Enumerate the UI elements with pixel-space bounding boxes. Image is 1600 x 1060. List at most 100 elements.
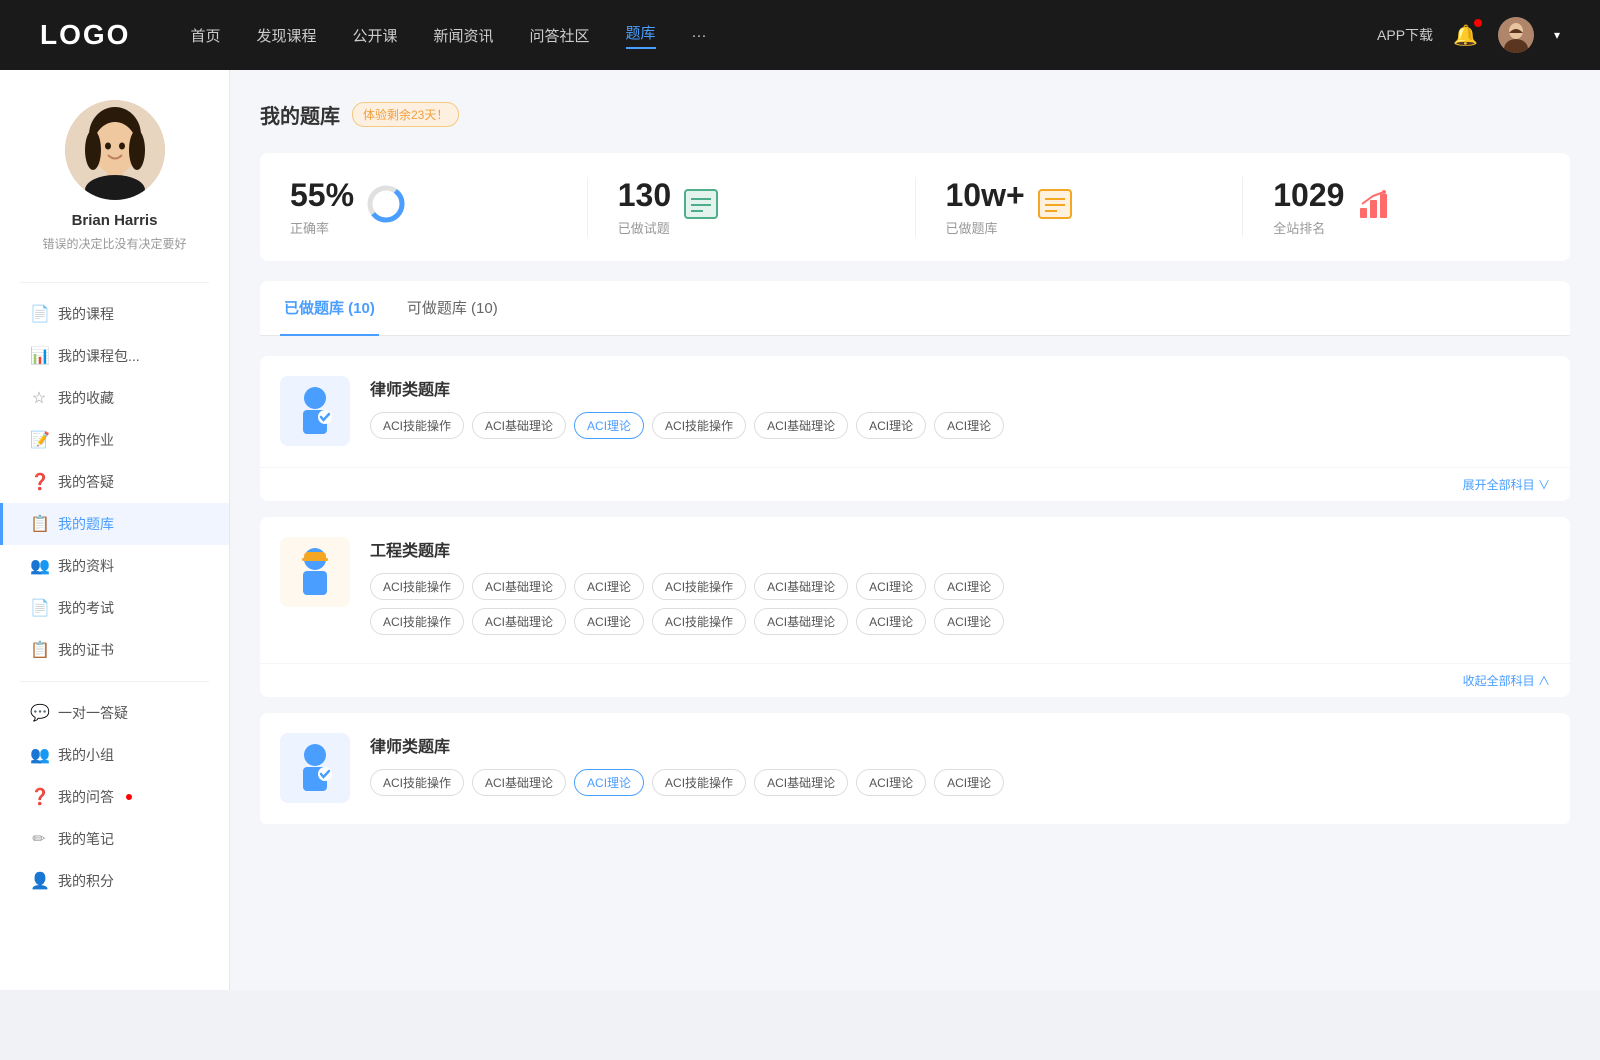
navbar: LOGO 首页 发现课程 公开课 新闻资讯 问答社区 题库 ··· APP下载 … <box>0 0 1600 70</box>
nav-courses[interactable]: 发现课程 <box>256 25 316 46</box>
tag-e-r2-2[interactable]: ACI理论 <box>574 608 644 635</box>
sidebar-item-material[interactable]: 👥 我的资料 <box>0 545 229 587</box>
tag-l1-3[interactable]: ACI技能操作 <box>652 412 746 439</box>
stat-accuracy: 55% 正确率 <box>260 177 588 237</box>
sidebar-divider-2 <box>20 681 209 682</box>
tag-e-r2-4[interactable]: ACI基础理论 <box>754 608 848 635</box>
question-dot <box>126 794 132 800</box>
sidebar-item-questions[interactable]: 📋 我的题库 <box>0 503 229 545</box>
tag-e-r2-6[interactable]: ACI理论 <box>934 608 1004 635</box>
tag-l1-2[interactable]: ACI理论 <box>574 412 644 439</box>
questions-icon: 📋 <box>30 514 48 534</box>
tag-e-r2-5[interactable]: ACI理论 <box>856 608 926 635</box>
nav-open-course[interactable]: 公开课 <box>352 25 397 46</box>
tag-row-engineer-2: ACI技能操作 ACI基础理论 ACI理论 ACI技能操作 ACI基础理论 AC… <box>370 608 1550 635</box>
nav-more[interactable]: ··· <box>692 27 707 44</box>
tag-l2-2[interactable]: ACI理论 <box>574 769 644 796</box>
tag-l1-4[interactable]: ACI基础理论 <box>754 412 848 439</box>
user-avatar <box>65 100 165 200</box>
coursepack-icon: 📊 <box>30 346 48 366</box>
bank-icon-lawyer-2 <box>280 733 350 803</box>
sidebar-item-mycourse[interactable]: 📄 我的课程 <box>0 293 229 335</box>
sidebar-item-favorites[interactable]: ☆ 我的收藏 <box>0 377 229 419</box>
tag-e-r1-4[interactable]: ACI基础理论 <box>754 573 848 600</box>
bank-row-lawyer-2: 律师类题库 ACI技能操作 ACI基础理论 ACI理论 ACI技能操作 ACI基… <box>260 713 1570 825</box>
tag-e-r2-1[interactable]: ACI基础理论 <box>472 608 566 635</box>
nav-qa[interactable]: 问答社区 <box>530 25 590 46</box>
tag-row-lawyer-2: ACI技能操作 ACI基础理论 ACI理论 ACI技能操作 ACI基础理论 AC… <box>370 769 1550 796</box>
tag-l2-3[interactable]: ACI技能操作 <box>652 769 746 796</box>
sidebar-item-oneone[interactable]: 💬 一对一答疑 <box>0 692 229 734</box>
tag-row-engineer-1: ACI技能操作 ACI基础理论 ACI理论 ACI技能操作 ACI基础理论 AC… <box>370 573 1550 600</box>
tag-l2-6[interactable]: ACI理论 <box>934 769 1004 796</box>
tag-l2-4[interactable]: ACI基础理论 <box>754 769 848 796</box>
tag-l2-0[interactable]: ACI技能操作 <box>370 769 464 796</box>
course-icon: 📄 <box>30 304 48 324</box>
bank-lawyer-2: 律师类题库 ACI技能操作 ACI基础理论 ACI理论 ACI技能操作 ACI基… <box>260 713 1570 825</box>
nav-home[interactable]: 首页 <box>190 25 220 46</box>
bank-name-engineer: 工程类题库 <box>370 537 1550 561</box>
page-title: 我的题库 <box>260 100 340 129</box>
tabs: 已做题库 (10) 可做题库 (10) <box>260 281 1570 336</box>
tag-l1-5[interactable]: ACI理论 <box>856 412 926 439</box>
profile-name: Brian Harris <box>72 212 158 229</box>
sidebar-item-points[interactable]: 👤 我的积分 <box>0 860 229 902</box>
stat-accuracy-label: 正确率 <box>290 218 354 237</box>
notification-badge <box>1474 19 1482 27</box>
tag-e-r2-0[interactable]: ACI技能操作 <box>370 608 464 635</box>
stat-rank: 1029 全站排名 <box>1243 177 1570 237</box>
stat-bank-done-value: 10w+ <box>946 177 1025 214</box>
collapse-engineer[interactable]: 收起全部科目 ∧ <box>260 664 1570 697</box>
bank-info-lawyer-2: 律师类题库 ACI技能操作 ACI基础理论 ACI理论 ACI技能操作 ACI基… <box>370 733 1550 804</box>
main-layout: Brian Harris 错误的决定比没有决定要好 📄 我的课程 📊 我的课程包… <box>0 70 1600 990</box>
stat-bank-icon <box>1037 186 1073 229</box>
tag-l2-5[interactable]: ACI理论 <box>856 769 926 796</box>
nav-news[interactable]: 新闻资讯 <box>434 25 494 46</box>
tag-e-r1-6[interactable]: ACI理论 <box>934 573 1004 600</box>
stat-bank-done: 10w+ 已做题库 <box>916 177 1244 237</box>
sidebar-divider-1 <box>20 282 209 283</box>
bank-info-lawyer-1: 律师类题库 ACI技能操作 ACI基础理论 ACI理论 ACI技能操作 ACI基… <box>370 376 1550 447</box>
tag-e-r1-1[interactable]: ACI基础理论 <box>472 573 566 600</box>
bank-engineer: 工程类题库 ACI技能操作 ACI基础理论 ACI理论 ACI技能操作 ACI基… <box>260 517 1570 697</box>
trial-badge: 体验剩余23天！ <box>352 102 459 127</box>
stat-done-value: 130 <box>618 177 671 214</box>
stat-done-label: 已做试题 <box>618 218 671 237</box>
sidebar-item-certificate[interactable]: 📋 我的证书 <box>0 629 229 671</box>
bank-icon-lawyer-1 <box>280 376 350 446</box>
sidebar-item-coursepack[interactable]: 📊 我的课程包... <box>0 335 229 377</box>
sidebar-item-myquestion[interactable]: ❓ 我的问答 <box>0 776 229 818</box>
user-menu-chevron[interactable]: ▾ <box>1554 28 1560 42</box>
notification-bell[interactable]: 🔔 <box>1453 23 1478 48</box>
tag-e-r1-5[interactable]: ACI理论 <box>856 573 926 600</box>
tag-e-r1-3[interactable]: ACI技能操作 <box>652 573 746 600</box>
tag-e-r1-0[interactable]: ACI技能操作 <box>370 573 464 600</box>
profile-section: Brian Harris 错误的决定比没有决定要好 <box>0 70 229 272</box>
app-download[interactable]: APP下载 <box>1377 25 1433 45</box>
profile-motto: 错误的决定比没有决定要好 <box>42 235 186 252</box>
sidebar-item-homework[interactable]: 📝 我的作业 <box>0 419 229 461</box>
navbar-right: APP下载 🔔 ▾ <box>1377 17 1560 53</box>
notes-icon: ✏ <box>30 829 48 849</box>
tag-l1-6[interactable]: ACI理论 <box>934 412 1004 439</box>
tag-l1-0[interactable]: ACI技能操作 <box>370 412 464 439</box>
bank-name-lawyer-2: 律师类题库 <box>370 733 1550 757</box>
sidebar-item-exam[interactable]: 📄 我的考试 <box>0 587 229 629</box>
tag-e-r2-3[interactable]: ACI技能操作 <box>652 608 746 635</box>
stat-accuracy-value: 55% <box>290 177 354 214</box>
sidebar-item-group[interactable]: 👥 我的小组 <box>0 734 229 776</box>
bank-row-lawyer-1: 律师类题库 ACI技能操作 ACI基础理论 ACI理论 ACI技能操作 ACI基… <box>260 356 1570 468</box>
tag-l2-1[interactable]: ACI基础理论 <box>472 769 566 796</box>
bank-info-engineer: 工程类题库 ACI技能操作 ACI基础理论 ACI理论 ACI技能操作 ACI基… <box>370 537 1550 643</box>
sidebar-item-notes[interactable]: ✏ 我的笔记 <box>0 818 229 860</box>
expand-lawyer-1[interactable]: 展开全部科目 ∨ <box>260 468 1570 501</box>
tab-available[interactable]: 可做题库 (10) <box>403 281 502 336</box>
page-header: 我的题库 体验剩余23天！ <box>260 100 1570 129</box>
tab-done[interactable]: 已做题库 (10) <box>280 281 379 336</box>
nav-questions[interactable]: 题库 <box>626 22 656 49</box>
tag-e-r1-2[interactable]: ACI理论 <box>574 573 644 600</box>
user-avatar-nav[interactable] <box>1498 17 1534 53</box>
sidebar: Brian Harris 错误的决定比没有决定要好 📄 我的课程 📊 我的课程包… <box>0 70 230 990</box>
tag-l1-1[interactable]: ACI基础理论 <box>472 412 566 439</box>
sidebar-item-myqa[interactable]: ❓ 我的答疑 <box>0 461 229 503</box>
